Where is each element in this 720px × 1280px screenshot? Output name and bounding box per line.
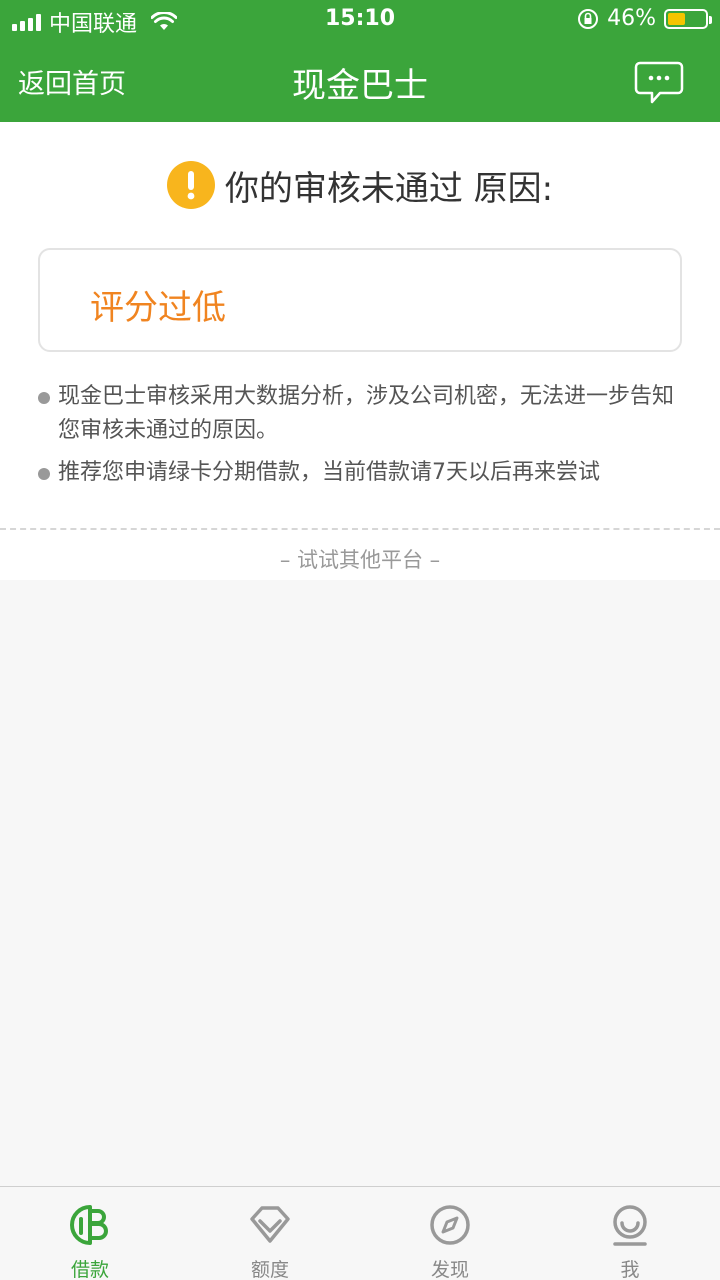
audit-heading-text: 你的审核未通过 原因: — [224, 168, 554, 209]
notes-list: 现金巴士审核采用大数据分析，涉及公司机密，无法进一步告知您审核未通过的原因。 推… — [36, 380, 686, 498]
tab-label: 发现 — [430, 1259, 469, 1280]
tab-label: 我 — [620, 1259, 640, 1280]
compass-icon — [430, 1205, 470, 1245]
status-right: 46% — [577, 6, 712, 31]
list-item: 现金巴士审核采用大数据分析，涉及公司机密，无法进一步告知您审核未通过的原因。 — [36, 380, 686, 448]
bullet-icon — [38, 468, 50, 480]
page-title: 现金巴士 — [292, 66, 428, 106]
profile-icon — [613, 1205, 647, 1246]
tab-loan[interactable]: 借款 — [0, 1187, 180, 1280]
rotation-lock-icon — [578, 8, 599, 29]
nav-header: 返回首页 现金巴士 — [0, 40, 720, 122]
reason-text: 评分过低 — [90, 288, 226, 328]
bullet-icon — [38, 392, 50, 404]
try-other-platforms-link[interactable]: – 试试其他平台 – — [0, 544, 720, 574]
battery-icon — [664, 8, 712, 29]
diamond-icon — [250, 1206, 290, 1243]
top-bar: 中国联通 15:10 46% 返回首页 现金巴士 — [0, 0, 720, 122]
tab-me[interactable]: 我 — [540, 1187, 720, 1280]
audit-result-panel: 你的审核未通过 原因: 评分过低 现金巴士审核采用大数据分析，涉及公司机密，无法… — [0, 122, 720, 580]
dashed-divider — [0, 528, 720, 530]
battery-level — [668, 12, 685, 25]
tab-discover[interactable]: 发现 — [360, 1187, 540, 1280]
bottom-tab-bar: 借款 额度 发现 我 — [0, 1186, 720, 1280]
note-text: 现金巴士审核采用大数据分析，涉及公司机密，无法进一步告知您审核未通过的原因。 — [58, 384, 675, 443]
note-text: 推荐您申请绿卡分期借款，当前借款请7天以后再来尝试 — [58, 460, 600, 485]
warning-icon — [166, 161, 215, 209]
tab-label: 借款 — [70, 1259, 109, 1280]
status-bar: 中国联通 15:10 46% — [0, 0, 720, 40]
reason-box: 评分过低 — [38, 248, 682, 352]
audit-heading: 你的审核未通过 原因: — [0, 160, 720, 210]
battery-percent: 46% — [607, 6, 656, 31]
tab-quota[interactable]: 额度 — [180, 1187, 360, 1280]
chat-icon[interactable] — [634, 60, 684, 106]
list-item: 推荐您申请绿卡分期借款，当前借款请7天以后再来尝试 — [36, 456, 686, 490]
tab-label: 额度 — [250, 1259, 289, 1280]
loan-icon — [70, 1205, 108, 1245]
